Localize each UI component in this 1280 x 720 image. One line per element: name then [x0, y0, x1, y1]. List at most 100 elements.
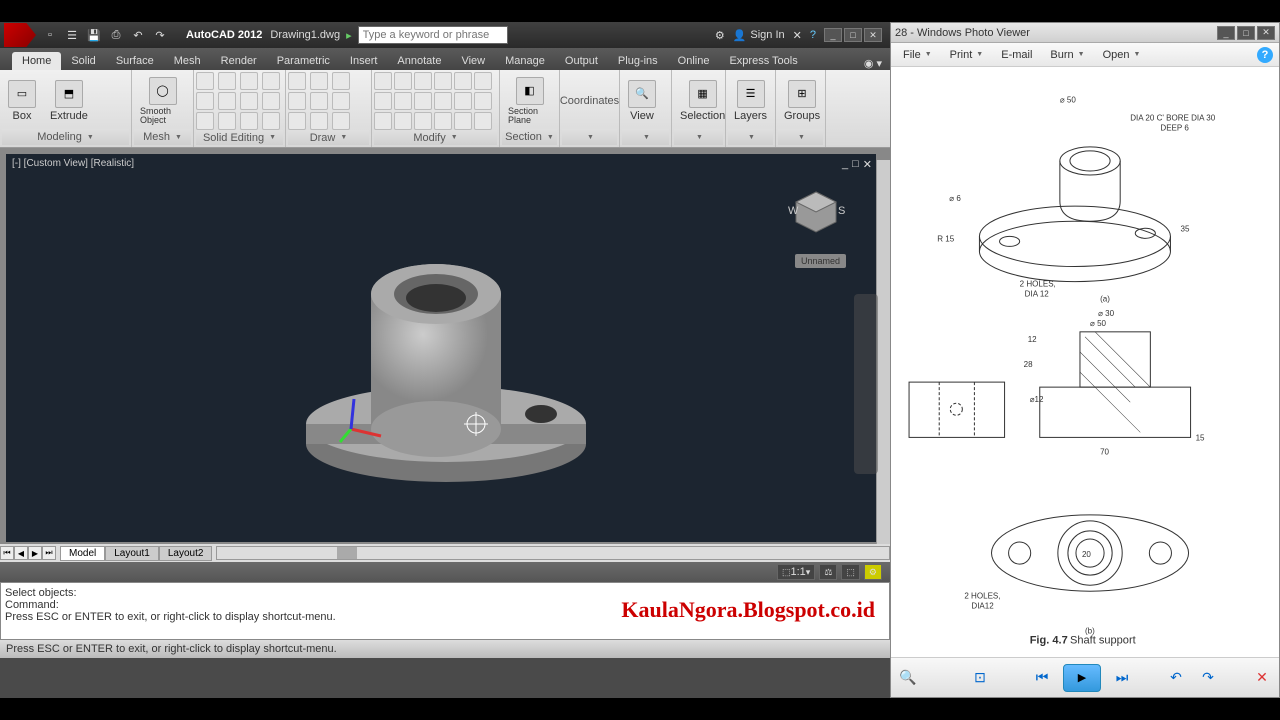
command-line[interactable]: Select objects: Command: Press ESC or EN… [0, 582, 890, 640]
tool-icon[interactable] [288, 72, 306, 90]
smooth-object-button[interactable]: ◯Smooth Object [134, 75, 191, 127]
tab-annotate[interactable]: Annotate [387, 52, 451, 70]
infocenter-icon[interactable]: ⚙ [715, 29, 725, 42]
tool-icon[interactable] [332, 72, 350, 90]
tool-icon[interactable] [240, 92, 258, 110]
tool-icon[interactable] [454, 72, 472, 90]
horizontal-scrollbar[interactable] [216, 546, 890, 560]
undo-icon[interactable]: ↶ [130, 27, 146, 43]
annotation-scale-icon[interactable]: ⚖ [819, 564, 837, 580]
tool-icon[interactable] [262, 92, 280, 110]
tool-icon[interactable] [434, 92, 452, 110]
tool-icon[interactable] [310, 72, 328, 90]
tool-icon[interactable] [240, 72, 258, 90]
tool-icon[interactable] [332, 92, 350, 110]
groups-button[interactable]: ⊞Groups [778, 78, 826, 124]
tool-icon[interactable] [414, 72, 432, 90]
vp-close-icon[interactable]: ✕ [863, 158, 872, 171]
tool-icon[interactable] [374, 72, 392, 90]
tool-icon[interactable] [262, 72, 280, 90]
tab-express[interactable]: Express Tools [719, 52, 807, 70]
tab-next-icon[interactable]: ▶ [28, 546, 42, 560]
tab-parametric[interactable]: Parametric [267, 52, 340, 70]
3d-viewport[interactable]: [-] [Custom View] [Realistic] _ □ ✕ W S … [6, 154, 876, 542]
tool-icon[interactable] [288, 92, 306, 110]
autocad-logo-icon[interactable] [4, 23, 36, 47]
redo-icon[interactable]: ↷ [152, 27, 168, 43]
tool-icon[interactable] [374, 92, 392, 110]
tab-home[interactable]: Home [12, 52, 61, 70]
tool-icon[interactable] [218, 112, 236, 130]
vp-maximize-icon[interactable]: □ [852, 158, 859, 171]
rotate-ccw-icon[interactable]: ↶ [1165, 667, 1187, 689]
tab-layout1[interactable]: Layout1 [105, 546, 159, 561]
tab-plugins[interactable]: Plug-ins [608, 52, 668, 70]
layers-button[interactable]: ☰Layers [728, 78, 773, 124]
tool-icon[interactable] [454, 92, 472, 110]
tool-icon[interactable] [434, 112, 452, 130]
tool-icon[interactable] [394, 72, 412, 90]
help-icon[interactable]: ? [810, 29, 816, 41]
tab-first-icon[interactable]: ⏮ [0, 546, 14, 560]
tool-icon[interactable] [434, 72, 452, 90]
workspace-icon[interactable]: ⚙ [864, 564, 882, 580]
tool-icon[interactable] [288, 112, 306, 130]
pv-minimize-button[interactable]: _ [1217, 26, 1235, 40]
next-button[interactable]: ⏭ [1111, 667, 1133, 689]
tab-prev-icon[interactable]: ◀ [14, 546, 28, 560]
tool-icon[interactable] [196, 112, 214, 130]
selection-button[interactable]: ▦Selection [674, 78, 731, 124]
tool-icon[interactable] [374, 112, 392, 130]
tab-last-icon[interactable]: ⏭ [42, 546, 56, 560]
tab-render[interactable]: Render [211, 52, 267, 70]
tool-icon[interactable] [474, 112, 492, 130]
viewport-label[interactable]: [-] [Custom View] [Realistic] [12, 158, 134, 169]
tool-icon[interactable] [218, 72, 236, 90]
vertical-scrollbar[interactable] [876, 160, 890, 562]
tab-insert[interactable]: Insert [340, 52, 388, 70]
tab-output[interactable]: Output [555, 52, 608, 70]
tab-mesh[interactable]: Mesh [164, 52, 211, 70]
signin-button[interactable]: 👤 Sign In [733, 29, 785, 42]
extrude-button[interactable]: ⬒Extrude [44, 78, 94, 124]
zoom-icon[interactable]: 🔍 [897, 667, 919, 689]
tool-icon[interactable] [310, 92, 328, 110]
minimize-button[interactable]: _ [824, 28, 842, 42]
box-button[interactable]: ▭Box [2, 78, 42, 124]
tool-icon[interactable] [474, 72, 492, 90]
tool-icon[interactable] [218, 92, 236, 110]
tab-layout2[interactable]: Layout2 [159, 546, 213, 561]
tab-online[interactable]: Online [668, 52, 720, 70]
tool-icon[interactable] [240, 112, 258, 130]
menu-file[interactable]: File▼ [897, 47, 938, 63]
tab-surface[interactable]: Surface [106, 52, 164, 70]
rotate-cw-icon[interactable]: ↷ [1197, 667, 1219, 689]
print-icon[interactable]: ⎙ [108, 27, 124, 43]
delete-button[interactable]: ✕ [1251, 667, 1273, 689]
section-plane-button[interactable]: ◧Section Plane [502, 75, 557, 127]
tool-icon[interactable] [474, 92, 492, 110]
viewcube[interactable]: W S [786, 184, 846, 244]
tool-icon[interactable] [394, 112, 412, 130]
actual-size-icon[interactable]: ⊡ [969, 667, 991, 689]
scale-display[interactable]: ⬚ 1:1 ▾ [777, 564, 815, 580]
tool-icon[interactable] [394, 92, 412, 110]
ribbon-settings-icon[interactable]: ◉ ▾ [856, 57, 890, 70]
maximize-button[interactable]: □ [844, 28, 862, 42]
ucs-icon[interactable] [336, 394, 386, 444]
exchange-icon[interactable]: ✕ [793, 29, 802, 42]
open-icon[interactable]: ☰ [64, 27, 80, 43]
previous-button[interactable]: ⏮ [1031, 667, 1053, 689]
play-icon[interactable]: ▸ [346, 29, 352, 42]
tool-icon[interactable] [196, 72, 214, 90]
tool-icon[interactable] [262, 112, 280, 130]
menu-email[interactable]: E-mail [995, 47, 1038, 63]
tool-icon[interactable] [414, 112, 432, 130]
search-input[interactable] [358, 26, 508, 44]
image-canvas[interactable]: ⌀ 50 DIA 20 C' BORE DIA 30 DEEP 6 ⌀ 6 R … [891, 67, 1279, 657]
tool-icon[interactable] [332, 112, 350, 130]
view-name-label[interactable]: Unnamed [795, 254, 846, 268]
tab-model[interactable]: Model [60, 546, 105, 561]
tool-icon[interactable] [196, 92, 214, 110]
navigation-bar[interactable] [854, 294, 878, 474]
